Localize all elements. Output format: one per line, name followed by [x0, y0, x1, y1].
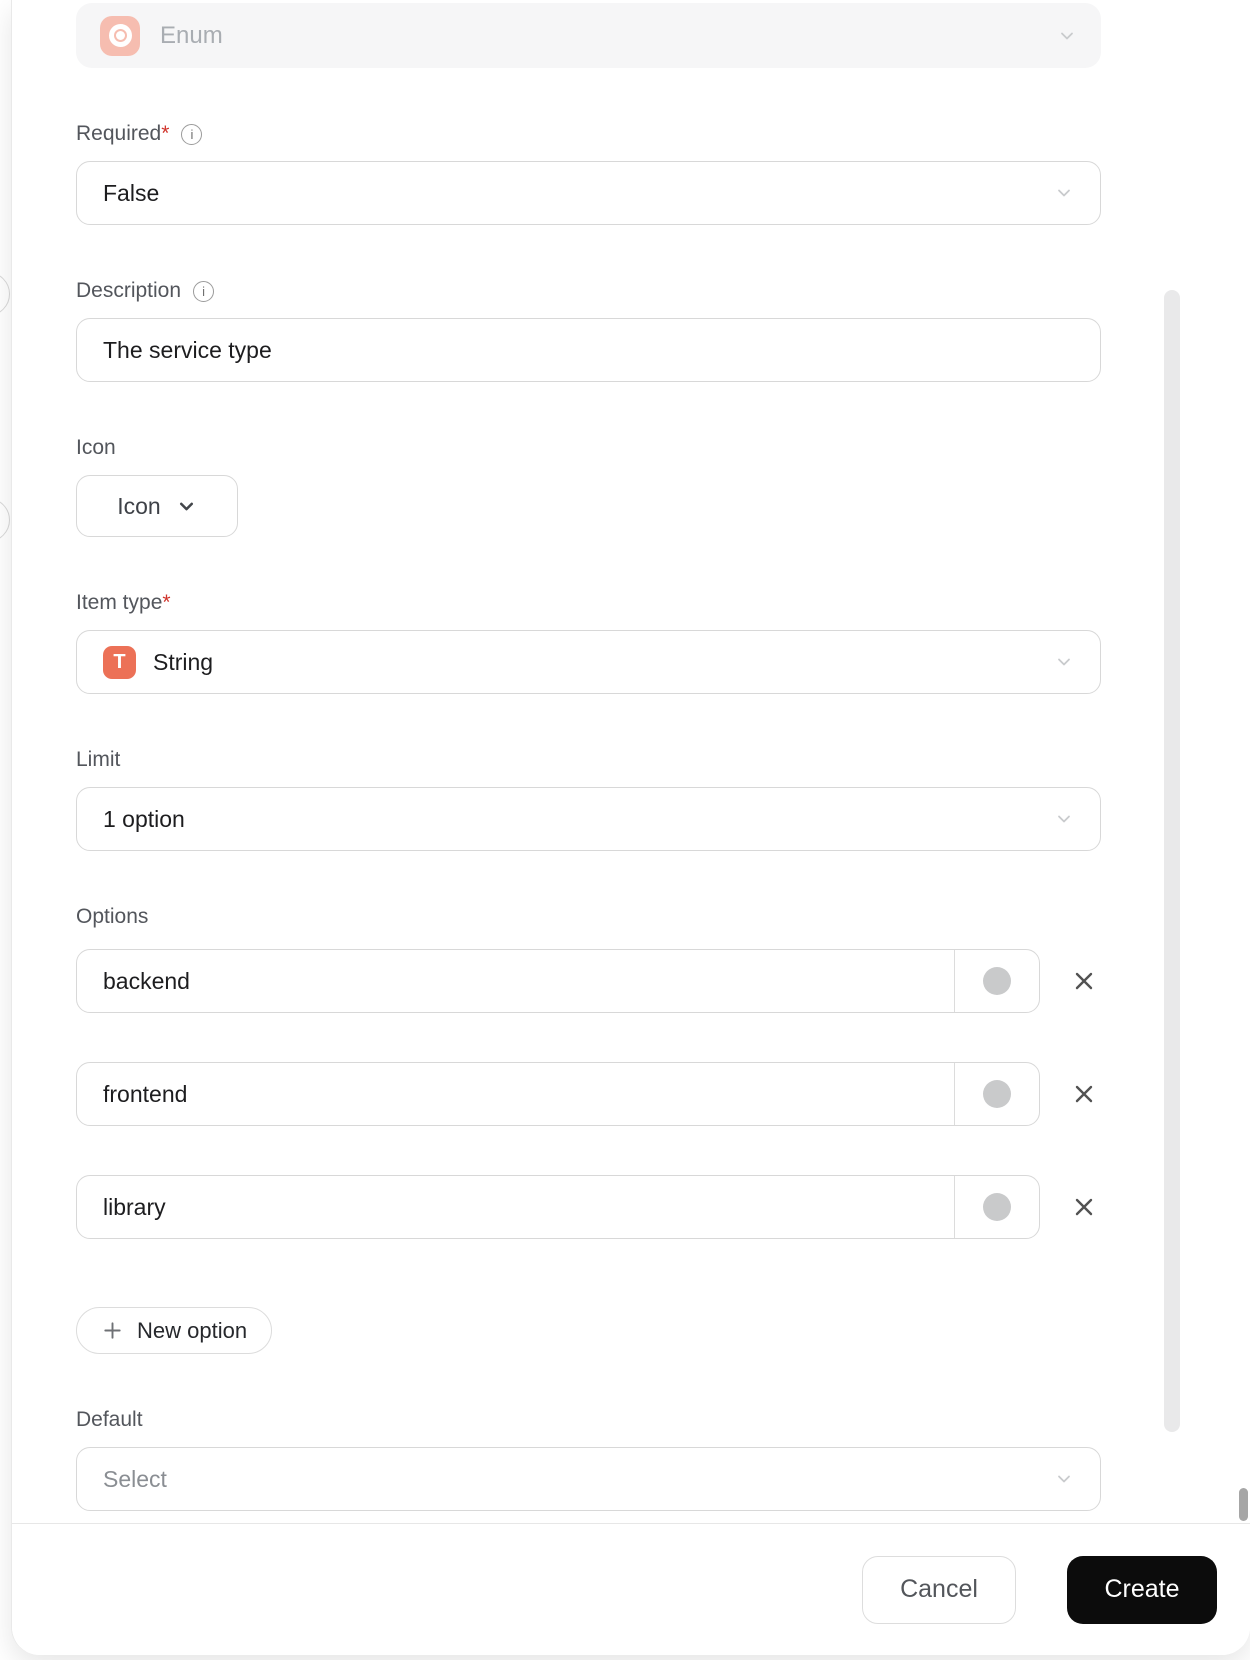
default-placeholder: Select [103, 1465, 167, 1492]
option-group [76, 1175, 1041, 1239]
background-peek-button [0, 498, 10, 542]
info-icon[interactable]: i [193, 280, 215, 302]
close-icon [1075, 1198, 1093, 1216]
info-icon[interactable]: i [181, 123, 203, 145]
chevron-down-icon [1054, 652, 1074, 672]
cancel-button[interactable]: Cancel [862, 1555, 1016, 1624]
enum-ring-glyph [108, 24, 132, 47]
icon-picker-button[interactable]: Icon [76, 475, 238, 537]
item-type-select[interactable]: T String [76, 630, 1101, 694]
option-color-picker[interactable] [954, 1063, 1039, 1125]
option-input[interactable] [77, 1063, 955, 1125]
option-row [76, 1175, 1101, 1239]
chevron-down-icon [1054, 809, 1074, 829]
chevron-down-icon [176, 496, 197, 517]
close-icon [1075, 972, 1093, 990]
chevron-down-icon [1054, 183, 1074, 203]
required-select[interactable]: False [76, 161, 1101, 225]
option-color-picker[interactable] [954, 950, 1039, 1012]
icon-label: Icon [76, 436, 116, 459]
item-type-label: Item type* [76, 591, 171, 614]
remove-option-button[interactable] [1067, 1076, 1101, 1112]
default-label: Default [76, 1408, 143, 1431]
new-option-label: New option [137, 1317, 248, 1343]
color-swatch-icon [983, 967, 1012, 995]
close-icon [1075, 1085, 1093, 1103]
dialog-form: Enum Required* i False Description i Ico… [76, 0, 1101, 1511]
color-swatch-icon [983, 1080, 1012, 1108]
option-group [76, 1062, 1041, 1126]
option-input[interactable] [77, 1176, 955, 1238]
item-type-value: String [153, 648, 214, 675]
required-asterisk: * [161, 122, 170, 145]
chevron-down-icon [1057, 26, 1077, 46]
enum-type-icon [100, 15, 140, 56]
field-type-value: Enum [160, 21, 223, 49]
create-button[interactable]: Create [1067, 1555, 1217, 1624]
limit-label: Limit [76, 748, 121, 771]
required-label: Required* i [76, 122, 1101, 146]
color-swatch-icon [983, 1193, 1012, 1221]
option-color-picker[interactable] [954, 1176, 1039, 1238]
letter-t-icon: T [103, 645, 136, 679]
create-field-dialog: Enum Required* i False Description i Ico… [11, 0, 1250, 1655]
dialog-scrollbar-thumb[interactable] [1164, 290, 1180, 1432]
icon-picker-label: Icon [117, 492, 161, 519]
remove-option-button[interactable] [1067, 963, 1101, 999]
field-type-select[interactable]: Enum [76, 3, 1101, 68]
option-row [76, 949, 1101, 1013]
option-input[interactable] [77, 950, 955, 1012]
dialog-footer: Cancel Create [12, 1523, 1250, 1655]
option-group [76, 949, 1041, 1013]
default-select[interactable]: Select [76, 1447, 1101, 1511]
window-scrollbar-thumb[interactable] [1239, 1488, 1248, 1521]
description-input[interactable] [77, 319, 1100, 381]
description-field-wrap [76, 318, 1101, 382]
options-label: Options [76, 905, 149, 928]
remove-option-button[interactable] [1067, 1189, 1101, 1225]
plus-icon [104, 1322, 121, 1339]
background-peek-button [0, 272, 10, 316]
description-label: Description i [76, 279, 1101, 303]
required-value: False [103, 179, 160, 206]
limit-value: 1 option [103, 805, 185, 832]
option-row [76, 1062, 1101, 1126]
chevron-down-icon [1054, 1469, 1074, 1489]
required-asterisk: * [162, 591, 171, 614]
limit-select[interactable]: 1 option [76, 787, 1101, 851]
new-option-button[interactable]: New option [76, 1307, 273, 1354]
